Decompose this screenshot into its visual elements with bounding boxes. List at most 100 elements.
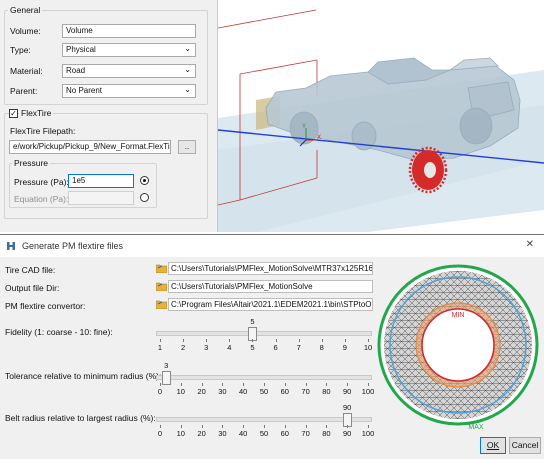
material-select-value: Road — [66, 66, 86, 75]
tolerance-tick — [284, 383, 286, 386]
axis-x-label: X — [317, 135, 321, 141]
pressure-legend: Pressure — [12, 158, 51, 168]
fidelity-tick-label: 5 — [250, 343, 255, 352]
fidelity-tick-label: 8 — [319, 343, 324, 352]
tolerance-tick — [222, 383, 224, 386]
fidelity-tick-label: 6 — [273, 343, 278, 352]
belt-tick — [368, 425, 369, 428]
pressure-radio[interactable] — [140, 176, 149, 185]
equation-label: Equation (Pa): — [14, 194, 69, 204]
fidelity-tick — [321, 339, 323, 342]
cancel-button[interactable]: Cancel — [509, 437, 541, 454]
fidelity-tick-label: 1 — [157, 343, 163, 352]
check-icon: ✓ — [10, 109, 17, 118]
belt-tick — [347, 425, 349, 428]
tolerance-slider-track[interactable] — [156, 375, 372, 380]
tolerance-label: Tolerance relative to minimum radius (%)… — [5, 371, 162, 381]
tolerance-tick-label: 0 — [157, 387, 163, 396]
fidelity-tick — [275, 339, 277, 342]
belt-tick-label: 90 — [343, 429, 352, 438]
belt-tick — [264, 425, 265, 428]
belt-tick — [326, 425, 328, 428]
belt-tick-label: 100 — [361, 429, 375, 438]
chevron-down-icon: ⌄ — [184, 65, 191, 74]
pressure-label: Pressure (Pa): — [14, 177, 69, 187]
tolerance-tick-label: 60 — [280, 387, 289, 396]
belt-tick-label: 20 — [197, 429, 206, 438]
min-ring — [421, 308, 495, 382]
tire-cad-label: Tire CAD file: — [5, 265, 56, 275]
min-label: MIN — [452, 312, 465, 319]
flextire-label: FlexTire — [19, 108, 54, 118]
tolerance-tick-label: 100 — [361, 387, 375, 396]
tolerance-tick-label: 90 — [343, 387, 352, 396]
pressure-input[interactable]: 1e5 — [68, 174, 134, 188]
belt-radius-label: Belt radius relative to largest radius (… — [5, 413, 156, 423]
tolerance-tick — [347, 383, 349, 386]
viewport-scene: Y X — [218, 9, 544, 232]
ok-button[interactable]: OK — [480, 437, 506, 454]
material-select[interactable]: Road ⌄ — [62, 64, 196, 78]
equation-input[interactable] — [68, 191, 134, 205]
tolerance-slider-thumb[interactable] — [161, 371, 171, 385]
tolerance-value-label: 3 — [164, 361, 169, 370]
belt-value-label: 90 — [343, 403, 352, 412]
fidelity-tick — [183, 339, 185, 342]
axis-y-label: Y — [302, 124, 306, 130]
belt-tick-label: 50 — [259, 429, 269, 438]
close-icon[interactable]: ✕ — [526, 239, 534, 250]
dialog-body: Tire CAD file: C:\Users\Tutorials\PMFlex… — [0, 257, 544, 459]
fidelity-tick — [252, 339, 254, 342]
material-label: Material: — [10, 66, 43, 76]
general-legend: General — [8, 5, 43, 15]
tolerance-tick-label: 20 — [197, 387, 206, 396]
convertor-path[interactable]: C:\Program Files\Altair\2021.1\EDEM2021.… — [168, 298, 373, 311]
fidelity-slider-track[interactable] — [156, 331, 372, 336]
tire-cad-path[interactable]: C:\Users\Tutorials\PMFlex_MotionSolve\MT… — [168, 262, 373, 275]
type-select-value: Physical — [66, 45, 96, 54]
app-logo-icon — [7, 242, 15, 250]
folder-icon[interactable] — [156, 282, 167, 291]
tolerance-tick-label: 80 — [322, 387, 331, 396]
fidelity-tick — [298, 339, 300, 342]
belt-tick — [180, 425, 182, 428]
max-label: MAX — [468, 424, 484, 431]
tolerance-tick — [180, 383, 182, 386]
fidelity-tick-label: 4 — [227, 343, 232, 352]
3d-viewport[interactable]: Y X — [218, 0, 544, 232]
fidelity-tick-label: 10 — [363, 343, 373, 352]
belt-tick — [284, 425, 286, 428]
fidelity-tick-label: 3 — [204, 343, 209, 352]
type-select[interactable]: Physical ⌄ — [62, 43, 196, 57]
fidelity-tick-label: 2 — [181, 343, 186, 352]
browse-button[interactable]: .. — [178, 140, 196, 154]
flextire-checkbox[interactable]: ✓ — [9, 109, 18, 118]
belt-tick-label: 40 — [239, 429, 248, 438]
folder-icon[interactable] — [156, 300, 167, 309]
volume-input[interactable]: Volume — [62, 24, 196, 38]
belt-tick-label: 10 — [176, 429, 185, 438]
belt-tick-label: 60 — [280, 429, 289, 438]
parent-select[interactable]: No Parent ⌄ — [62, 84, 196, 98]
tolerance-tick — [326, 383, 328, 386]
folder-icon[interactable] — [156, 264, 167, 273]
tolerance-tick — [243, 383, 245, 386]
fidelity-tick — [160, 339, 161, 342]
parent-label: Parent: — [10, 86, 38, 96]
belt-tick-label: 80 — [322, 429, 331, 438]
tolerance-tick — [160, 383, 161, 386]
tolerance-tick-label: 10 — [176, 387, 185, 396]
belt-tick-label: 30 — [218, 429, 227, 438]
tolerance-tick — [305, 383, 307, 386]
equation-radio[interactable] — [140, 193, 149, 202]
belt-tick — [201, 425, 203, 428]
fidelity-tick — [368, 339, 369, 342]
belt-tick-label: 0 — [157, 429, 163, 438]
belt-slider-track[interactable] — [156, 417, 372, 422]
parent-select-value: No Parent — [66, 86, 103, 95]
generate-pm-flextire-dialog: Generate PM flextire files ✕ Tire CAD fi… — [0, 234, 544, 459]
fidelity-label: Fidelity (1: coarse - 10: fine): — [5, 327, 113, 337]
output-dir-path[interactable]: C:\Users\Tutorials\PMFlex_MotionSolve — [168, 280, 373, 293]
fidelity-value-label: 5 — [250, 317, 255, 326]
filepath-input[interactable]: e/work/Pickup/Pickup_9/New_Format.FlexTi… — [9, 140, 171, 154]
